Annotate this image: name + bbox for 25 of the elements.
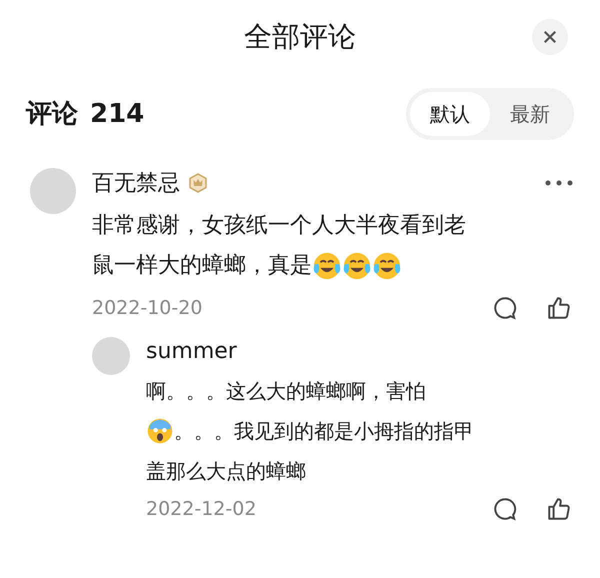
more-options-icon[interactable] — [544, 179, 574, 187]
comment-date: 2022-10-20 — [92, 296, 202, 321]
comment-date: 2022-12-02 — [146, 496, 256, 522]
comment-bubble-icon[interactable] — [492, 496, 518, 522]
sort-tab[interactable]: 最新 — [490, 92, 570, 136]
thumbs-up-icon[interactable] — [546, 295, 572, 322]
comment-text: 。。。我见到的都是小拇指的指甲 — [174, 418, 474, 444]
close-icon — [543, 30, 557, 44]
crying-face-icon — [372, 251, 402, 281]
author-name[interactable]: 百无禁忌 — [92, 166, 180, 200]
comment-text: 鼠一样大的蟑螂，真是 — [92, 252, 312, 280]
comment-bubble-icon[interactable] — [492, 295, 518, 322]
thumbs-up-icon[interactable] — [546, 496, 572, 522]
author-name[interactable]: summer — [146, 335, 237, 368]
comment-text: 非常感谢，女孩纸一个人大半夜看到老 — [92, 212, 466, 240]
comment-text: 盖那么大点的蟑螂 — [146, 458, 306, 484]
comments-label: 评论 — [26, 98, 78, 130]
close-button[interactable] — [532, 19, 568, 55]
crying-face-icon — [342, 251, 372, 281]
comment-count: 214 — [90, 98, 144, 130]
comment-text: 啊。。。这么大的蟑螂啊，害怕 — [146, 378, 426, 404]
crying-face-icon — [312, 251, 342, 281]
panel-title: 全部评论 — [244, 19, 356, 55]
sort-tab[interactable]: 默认 — [410, 92, 490, 136]
screaming-face-icon — [146, 416, 174, 444]
